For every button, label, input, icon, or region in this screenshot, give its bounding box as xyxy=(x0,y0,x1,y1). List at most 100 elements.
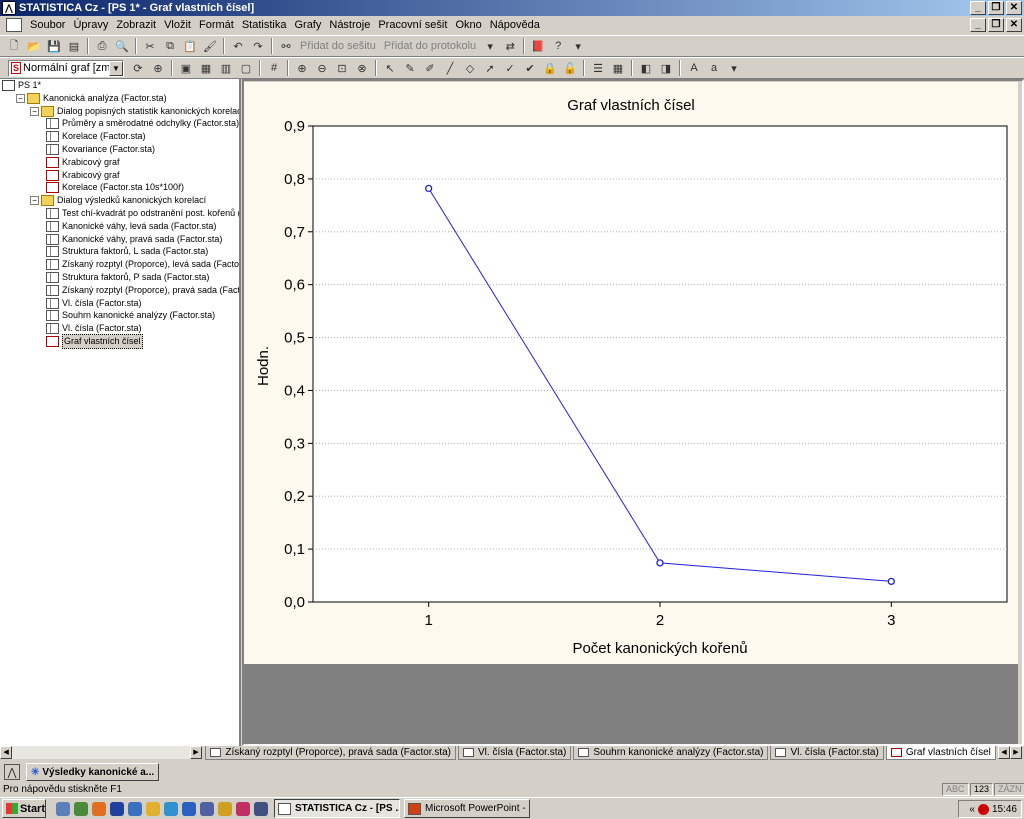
menu-zobrazit[interactable]: Zobrazit xyxy=(112,19,160,31)
document-icon[interactable] xyxy=(6,18,22,32)
menu-upravy[interactable]: Úpravy xyxy=(69,19,112,31)
bring-front-icon[interactable]: ◧ xyxy=(638,60,654,76)
tree-item[interactable]: Krabicový graf xyxy=(46,156,120,169)
menu-statistika[interactable]: Statistika xyxy=(238,19,291,31)
data-point[interactable] xyxy=(425,184,433,193)
tray-app-icon[interactable] xyxy=(977,803,989,815)
task-powerpoint[interactable]: Microsoft PowerPoint - [... xyxy=(404,799,530,818)
minimize-button[interactable]: _ xyxy=(970,1,986,15)
tree-item[interactable]: Souhrn kanonické analýzy (Factor.sta) xyxy=(46,309,215,322)
transfer-icon[interactable]: ⇄ xyxy=(502,38,518,54)
eigenvalue-chart[interactable]: Graf vlastních čísel 0,0 0,1 0,2 0,3 0,4 0,5 0… xyxy=(244,82,1018,664)
paste-icon[interactable]: 📋 xyxy=(182,38,198,54)
cut-icon[interactable]: ✂ xyxy=(142,38,158,54)
chart-icon[interactable]: ⋀ xyxy=(4,764,20,780)
tree-item[interactable]: Kovariance (Factor.sta) xyxy=(46,143,155,156)
restore-button[interactable]: ❐ xyxy=(988,1,1004,15)
draw-text-icon[interactable]: ✐ xyxy=(422,60,438,76)
tree-item[interactable]: Získaný rozptyl (Proporce), pravá sada (… xyxy=(46,284,239,297)
internet-explorer-icon[interactable] xyxy=(182,801,196,816)
menu-grafy[interactable]: Grafy xyxy=(290,19,325,31)
send-back-icon[interactable]: ◨ xyxy=(658,60,674,76)
draw-arrow-icon[interactable]: ➚ xyxy=(482,60,498,76)
print-icon[interactable]: ⎙ xyxy=(94,38,110,54)
folder-icon[interactable] xyxy=(146,801,160,816)
table-icon[interactable]: ▦ xyxy=(610,60,626,76)
collapse-icon[interactable]: − xyxy=(30,106,39,116)
add-to-workbook-button[interactable]: Přidat do sešitu xyxy=(300,40,376,52)
menu-nastroje[interactable]: Nástroje xyxy=(325,19,374,31)
undo-icon[interactable]: ↶ xyxy=(230,38,246,54)
font-size-up-icon[interactable]: A xyxy=(686,60,702,76)
start-button[interactable]: Start xyxy=(2,799,46,818)
messenger-icon[interactable] xyxy=(164,801,178,816)
binoculars-icon[interactable]: ⚯ xyxy=(278,38,294,54)
close-button[interactable]: ✕ xyxy=(1006,1,1022,15)
desktop-icon[interactable] xyxy=(56,801,70,816)
unlock-icon[interactable]: 🔓 xyxy=(562,60,578,76)
tree-item[interactable]: Struktura faktorů, L sada (Factor.sta) xyxy=(46,245,208,258)
open-icon[interactable]: 📂 xyxy=(26,38,42,54)
data-point[interactable] xyxy=(887,577,895,586)
menu-pracovni-sesit[interactable]: Pracovní sešit xyxy=(374,19,451,31)
tab-ziskany-rozptyl[interactable]: Získaný rozptyl (Proporce), pravá sada (… xyxy=(205,745,457,760)
quicklaunch-app-icon[interactable] xyxy=(200,801,214,816)
tree-item[interactable]: − Dialog výsledků kanonických korelací xyxy=(30,194,206,207)
tree-item[interactable]: Vl. čísla (Factor.sta) xyxy=(46,297,142,310)
more-arrow-icon[interactable]: ▾ xyxy=(570,38,586,54)
graph-layout-icon[interactable]: ▥ xyxy=(218,60,234,76)
collapse-icon[interactable]: − xyxy=(16,93,25,103)
format-painter-icon[interactable]: 🖌 xyxy=(202,38,218,54)
menu-napoveda[interactable]: Nápověda xyxy=(486,19,544,31)
add-to-report-button[interactable]: Přidat do protokolu xyxy=(384,40,476,52)
tray-expand-icon[interactable]: « xyxy=(969,804,975,815)
collapse-icon[interactable]: − xyxy=(30,196,39,206)
copy-icon[interactable]: ⧉ xyxy=(162,38,178,54)
tree-item[interactable]: Korelace (Factor.sta) xyxy=(46,130,146,143)
graph-window[interactable]: Graf vlastních čísel 0,0 0,1 0,2 0,3 0,4 0,5 0… xyxy=(244,82,1018,664)
firefox-icon[interactable] xyxy=(92,801,106,816)
tree-item[interactable]: Test chí-kvadrát po odstranění post. koř… xyxy=(46,207,239,220)
quicklaunch-app-icon[interactable] xyxy=(74,801,88,816)
save-icon[interactable]: 💾 xyxy=(46,38,62,54)
doc-minimize-button[interactable]: _ xyxy=(970,18,986,32)
zoom-reset-icon[interactable]: ⊗ xyxy=(354,60,370,76)
scroll-right-icon[interactable]: ▶ xyxy=(189,746,203,759)
tree-item[interactable]: − Dialog popisných statistik kanonických … xyxy=(30,105,239,118)
tree-item[interactable]: Krabicový graf xyxy=(46,169,120,182)
workbook-tree[interactable]: PS 1* − Kanonická analýza (Factor.sta) − Dia… xyxy=(0,79,241,746)
zoom-rect-icon[interactable]: ⊡ xyxy=(334,60,350,76)
zoom-out-icon[interactable]: ⊖ xyxy=(314,60,330,76)
tab-scroll-right-icon[interactable]: ▶ xyxy=(1009,746,1022,759)
tab-scroll-left-icon[interactable]: ◀ xyxy=(997,746,1010,759)
tree-horizontal-scrollbar[interactable] xyxy=(12,746,190,759)
tab-souhrn[interactable]: Souhrn kanonické analýzy (Factor.sta) xyxy=(573,745,769,760)
zoom-in-icon[interactable]: ⊕ xyxy=(294,60,310,76)
data-point[interactable] xyxy=(656,559,664,567)
quicklaunch-app-icon[interactable] xyxy=(236,801,250,816)
pointer-icon[interactable]: ↖ xyxy=(382,60,398,76)
doc-close-button[interactable]: ✕ xyxy=(1006,18,1022,32)
tree-item[interactable]: Kanonické váhy, pravá sada (Factor.sta) xyxy=(46,233,222,246)
draw-shape-icon[interactable]: ◇ xyxy=(462,60,478,76)
print-preview-icon[interactable]: 🔍 xyxy=(114,38,130,54)
dropdown-arrow-icon[interactable]: ▾ xyxy=(482,38,498,54)
tree-item[interactable]: Průměry a směrodatné odchylky (Factor.st… xyxy=(46,117,239,130)
align-icon[interactable]: ☰ xyxy=(590,60,606,76)
plot-area[interactable] xyxy=(312,125,1008,603)
tab-vl-cisla-2[interactable]: Vl. čísla (Factor.sta) xyxy=(770,745,884,760)
menu-soubor[interactable]: Soubor xyxy=(26,19,69,31)
draw-line-icon[interactable]: ╱ xyxy=(442,60,458,76)
explorer-icon[interactable] xyxy=(128,801,142,816)
refresh-icon[interactable]: ⟳ xyxy=(130,60,146,76)
tree-item[interactable]: − Kanonická analýza (Factor.sta) xyxy=(16,92,167,105)
quicklaunch-app-icon[interactable] xyxy=(218,801,232,816)
graph-window-icon[interactable]: ▢ xyxy=(238,60,254,76)
menu-okno[interactable]: Okno xyxy=(451,19,485,31)
results-window-button[interactable]: ✳ Výsledky kanonické a... xyxy=(26,763,160,781)
scroll-left-icon[interactable]: ◀ xyxy=(0,746,13,759)
pdf-icon[interactable]: ▤ xyxy=(66,38,82,54)
font-size-down-icon[interactable]: a xyxy=(706,60,722,76)
graph-data-icon[interactable]: ▦ xyxy=(198,60,214,76)
lock-icon[interactable]: 🔒 xyxy=(542,60,558,76)
